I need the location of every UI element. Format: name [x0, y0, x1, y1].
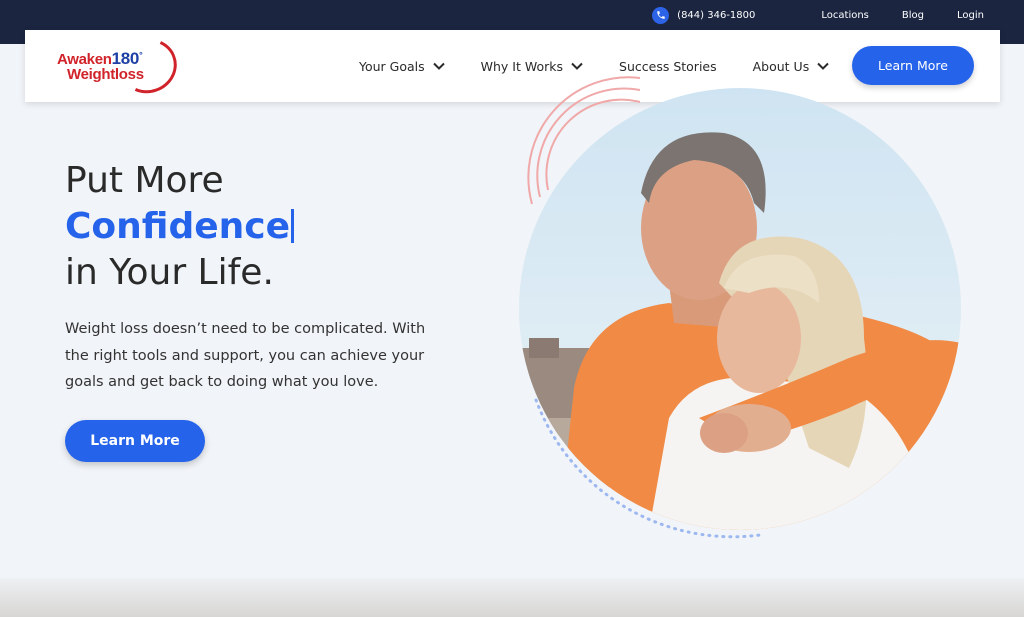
typing-caret: [291, 209, 295, 243]
hero-description: Weight loss doesn’t need to be complicat…: [65, 321, 426, 390]
headline-line1: Put More: [65, 160, 224, 201]
hero-learn-more-button[interactable]: Learn More: [65, 420, 205, 462]
hero-headline: Put More Confidence in Your Life.: [65, 158, 295, 296]
headline-accent-word: Confidence: [65, 206, 291, 247]
next-section-preview: [0, 578, 1024, 617]
headline-line3: in Your Life.: [65, 252, 274, 293]
hero-couple-photo: [519, 88, 961, 530]
